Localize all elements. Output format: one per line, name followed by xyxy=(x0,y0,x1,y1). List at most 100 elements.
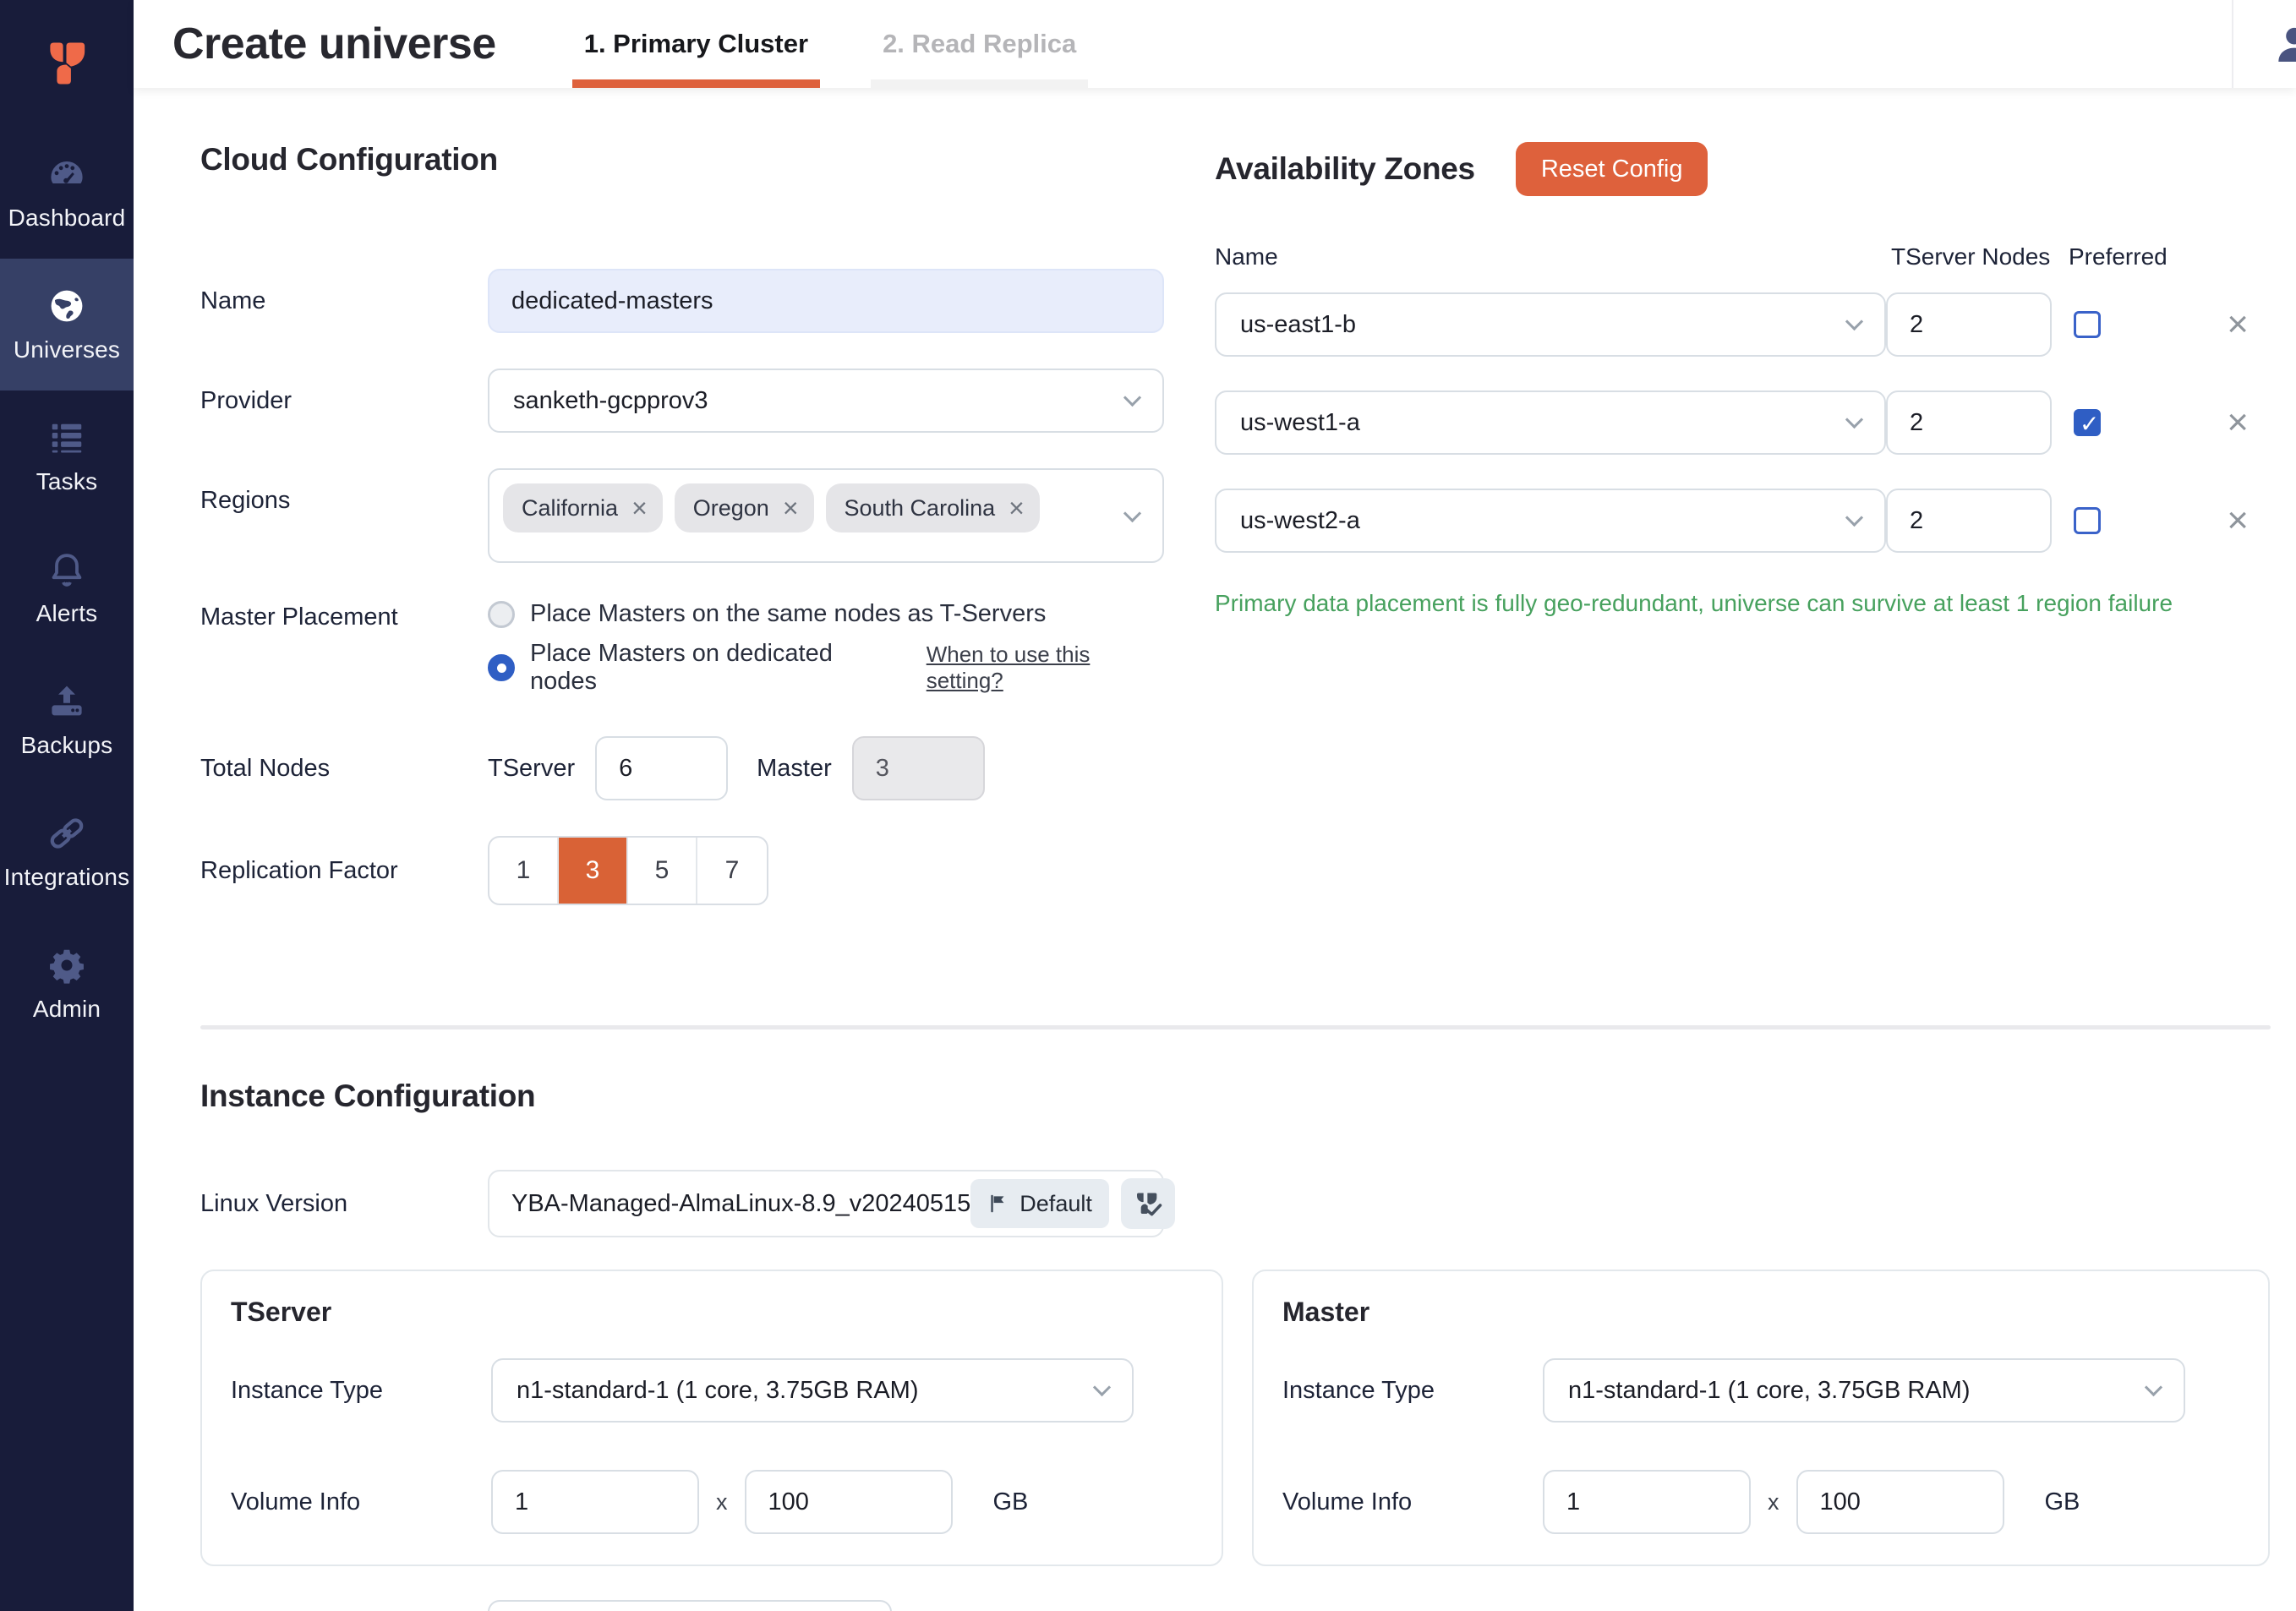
rf-option-1[interactable]: 1 xyxy=(489,838,559,904)
tab-label: 1. Primary Cluster xyxy=(584,29,808,59)
provider-select[interactable]: sanketh-gcpprov3 xyxy=(488,369,1164,433)
total-nodes-label: Total Nodes xyxy=(200,755,488,783)
radio-dedicated-nodes[interactable]: Place Masters on dedicated nodes When to… xyxy=(488,640,1164,696)
radio-button[interactable] xyxy=(488,654,515,681)
region-chip: California× xyxy=(503,483,663,532)
instance-configuration-section: Instance Configuration Linux Version YBA… xyxy=(200,1079,2271,1611)
availability-zones-heading: Availability Zones xyxy=(1215,151,1475,187)
tab-primary-cluster[interactable]: 1. Primary Cluster xyxy=(572,0,820,88)
sidebar-item-dashboard[interactable]: Dashboard xyxy=(0,127,134,259)
sidebar-item-label: Integrations xyxy=(4,864,130,891)
chevron-down-icon xyxy=(1845,312,1863,330)
remove-az-icon[interactable]: × xyxy=(2227,306,2249,343)
master-card-title: Master xyxy=(1282,1297,2239,1328)
tserver-count-label: TServer xyxy=(488,755,575,783)
region-chip: South Carolina× xyxy=(826,483,1040,532)
cloud-configuration-section: Cloud Configuration Name Provider sanket… xyxy=(200,142,1164,941)
region-chip: Oregon × xyxy=(675,483,814,532)
chip-remove-icon[interactable]: × xyxy=(783,494,799,522)
tserver-card-title: TServer xyxy=(231,1297,1193,1328)
az-col-name: Name xyxy=(1215,243,1886,270)
replication-factor-selector: 1 3 5 7 xyxy=(488,836,768,905)
plug-link-icon xyxy=(46,813,87,854)
chevron-down-icon xyxy=(1093,1378,1111,1395)
user-menu[interactable] xyxy=(2232,0,2296,88)
preferred-checkbox[interactable] xyxy=(2074,311,2101,338)
chevron-down-icon xyxy=(1123,388,1141,406)
linux-version-row: Linux Version YBA-Managed-AlmaLinux-8.9_… xyxy=(200,1170,2271,1237)
az-column-headers: Name TServer Nodes Preferred xyxy=(1215,243,2271,270)
az-select[interactable]: us-west2-a xyxy=(1215,489,1886,553)
rf-option-5[interactable]: 5 xyxy=(628,838,697,904)
region-chips: California× Oregon × South Carolina× xyxy=(503,483,1040,532)
regions-row: Regions California× Oregon× South Caroli… xyxy=(200,468,1164,563)
master-volume-count-input[interactable] xyxy=(1543,1470,1751,1534)
sidebar-item-integrations[interactable]: Integrations xyxy=(0,786,134,918)
chevron-down-icon xyxy=(1123,505,1141,522)
radio-button[interactable] xyxy=(488,601,515,628)
instance-type-value: n1-standard-1 (1 core, 3.75GB RAM) xyxy=(517,1377,918,1405)
dashboard-gauge-icon xyxy=(46,154,87,194)
storage-type-select[interactable]: Persistent xyxy=(488,1600,892,1611)
radio-label: Place Masters on dedicated nodes xyxy=(530,640,893,696)
az-select[interactable]: us-east1-b xyxy=(1215,292,1886,357)
sidebar-item-admin[interactable]: Admin xyxy=(0,918,134,1050)
volume-unit: GB xyxy=(993,1488,1029,1516)
az-tserver-nodes-input[interactable] xyxy=(1886,292,2052,357)
when-to-use-link[interactable]: When to use this setting? xyxy=(927,642,1164,694)
chip-remove-icon[interactable]: × xyxy=(1009,494,1025,522)
master-instance-type-select[interactable]: n1-standard-1 (1 core, 3.75GB RAM) xyxy=(1543,1358,2185,1423)
chevron-down-icon xyxy=(2145,1378,2162,1395)
globe-icon xyxy=(46,286,87,326)
region-chip-label: Oregon xyxy=(693,495,769,522)
sidebar-item-universes[interactable]: Universes xyxy=(0,259,134,390)
sidebar-item-backups[interactable]: Backups xyxy=(0,654,134,786)
rf-option-3[interactable]: 3 xyxy=(559,838,628,904)
sidebar-item-alerts[interactable]: Alerts xyxy=(0,522,134,654)
sidebar-item-label: Dashboard xyxy=(8,205,126,232)
tserver-instance-type-select[interactable]: n1-standard-1 (1 core, 3.75GB RAM) xyxy=(491,1358,1134,1423)
linux-version-field[interactable]: YBA-Managed-AlmaLinux-8.9_v20240515 Defa… xyxy=(488,1170,1164,1237)
name-row: Name xyxy=(200,269,1164,333)
master-volume-row: Volume Info x GB xyxy=(1282,1470,2239,1534)
chevron-down-icon xyxy=(1845,410,1863,428)
az-col-preferred: Preferred xyxy=(2069,243,2178,270)
regions-multiselect[interactable]: California× Oregon × South Carolina× xyxy=(488,468,1164,563)
az-name: us-west2-a xyxy=(1240,507,1360,535)
master-volume-size-input[interactable] xyxy=(1796,1470,2004,1534)
master-placement-row: Master Placement Place Masters on the sa… xyxy=(200,598,1164,696)
preferred-checkbox[interactable] xyxy=(2074,409,2101,436)
az-select[interactable]: us-west1-a xyxy=(1215,390,1886,455)
remove-az-icon[interactable]: × xyxy=(2227,502,2249,539)
sidebar-item-tasks[interactable]: Tasks xyxy=(0,390,134,522)
az-tserver-nodes-input[interactable] xyxy=(1886,390,2052,455)
master-count-label: Master xyxy=(757,755,832,783)
yugabyte-logo-icon xyxy=(41,35,93,92)
tserver-nodes-input[interactable] xyxy=(595,736,728,800)
chip-remove-icon[interactable]: × xyxy=(631,494,648,522)
reset-config-button[interactable]: Reset Config xyxy=(1516,142,1708,196)
linux-version-value: YBA-Managed-AlmaLinux-8.9_v20240515 xyxy=(511,1190,970,1218)
tserver-card: TServer Instance Type n1-standard-1 (1 c… xyxy=(200,1270,1223,1566)
sidebar-item-label: Admin xyxy=(33,996,101,1023)
sidebar-item-label: Universes xyxy=(14,336,120,363)
rf-option-7[interactable]: 7 xyxy=(697,838,767,904)
provider-row: Provider sanketh-gcpprov3 xyxy=(200,369,1164,433)
total-nodes-row: Total Nodes TServer Master xyxy=(200,736,1164,800)
tserver-volume-row: Volume Info x GB xyxy=(231,1470,1193,1534)
volume-multiplier: x xyxy=(1768,1489,1779,1515)
az-tserver-nodes-input[interactable] xyxy=(1886,489,2052,553)
remove-az-icon[interactable]: × xyxy=(2227,404,2249,441)
radio-label: Place Masters on the same nodes as T-Ser… xyxy=(530,600,1046,628)
storage-type-row: Storage Type (SSD) Persistent xyxy=(200,1600,2271,1611)
tserver-volume-size-input[interactable] xyxy=(745,1470,953,1534)
preferred-checkbox[interactable] xyxy=(2074,507,2101,534)
tserver-volume-count-input[interactable] xyxy=(491,1470,699,1534)
tab-underline xyxy=(572,79,820,88)
tab-read-replica[interactable]: 2. Read Replica xyxy=(871,0,1088,88)
radio-same-nodes[interactable]: Place Masters on the same nodes as T-Ser… xyxy=(488,600,1164,628)
universe-name-input[interactable] xyxy=(488,269,1164,333)
yb-managed-check-icon[interactable] xyxy=(1121,1178,1175,1229)
yugabyte-logo[interactable] xyxy=(0,0,134,127)
chevron-down-icon xyxy=(1845,508,1863,526)
